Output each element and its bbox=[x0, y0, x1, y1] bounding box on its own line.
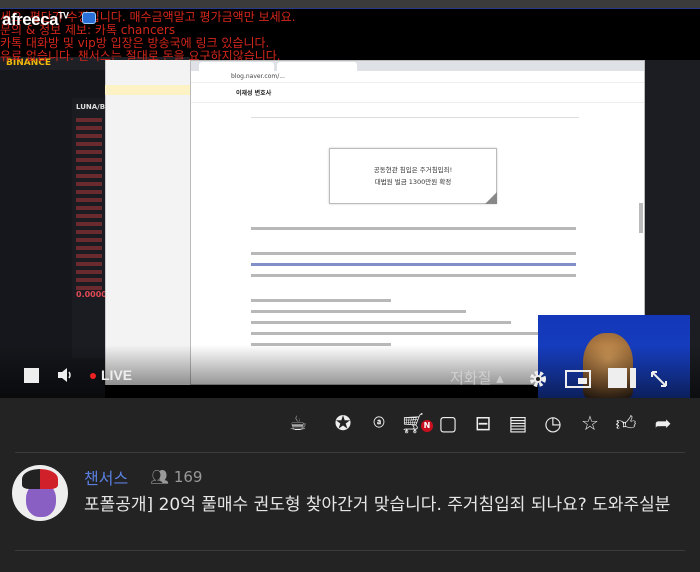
stop-button[interactable] bbox=[24, 368, 39, 383]
page-fold bbox=[485, 192, 497, 204]
blog-divider bbox=[251, 117, 579, 118]
order-book-row bbox=[76, 278, 102, 282]
volume-icon[interactable] bbox=[56, 366, 74, 384]
blog-text-line bbox=[251, 299, 391, 302]
trading-pair: LUNA/B bbox=[76, 103, 106, 111]
live-dot bbox=[90, 373, 96, 379]
order-book-row bbox=[76, 206, 102, 210]
clock-icon[interactable]: ◷ bbox=[540, 410, 566, 436]
balloon-star-icon[interactable]: ✪ bbox=[330, 410, 356, 436]
video-player[interactable]: 세요. 평단가 수정입니다. 매수금액말고 평가금액만 보세요. 문의 & 정보… bbox=[0, 0, 700, 398]
word-window bbox=[105, 60, 190, 385]
browser-tabs bbox=[191, 61, 644, 71]
viewer-count: 👥︎ 169 bbox=[150, 468, 202, 486]
order-book-row bbox=[76, 134, 102, 138]
order-book-row bbox=[76, 126, 102, 130]
blog-text-line bbox=[251, 274, 576, 277]
video-top-strip bbox=[0, 0, 700, 9]
order-book-row bbox=[76, 182, 102, 186]
order-book-row bbox=[76, 142, 102, 146]
users-icon: 👥︎ bbox=[150, 468, 170, 486]
afreecatv-logo: afreecaTV bbox=[2, 10, 69, 29]
order-book-row bbox=[76, 270, 102, 274]
pip-icon[interactable] bbox=[565, 370, 591, 388]
order-book-row bbox=[76, 246, 102, 250]
avatar-hat bbox=[22, 469, 58, 489]
clapperboard-icon[interactable]: ▤ bbox=[505, 410, 531, 436]
quality-selector[interactable]: 저화질 ▴ bbox=[450, 367, 504, 388]
divider bbox=[15, 550, 685, 551]
browser-tab bbox=[277, 62, 357, 71]
callout-line: 공동현관 침입은 주거침입죄! bbox=[373, 166, 453, 174]
blog-text-line bbox=[251, 263, 576, 266]
order-book-row bbox=[76, 198, 102, 202]
stream-title: 포폴공개] 20억 풀매수 권도형 찾아간거 맞습니다. 주거침입죄 되나요? … bbox=[84, 495, 671, 515]
word-infobar bbox=[105, 85, 190, 95]
blog-text-line bbox=[251, 321, 511, 324]
order-book-row bbox=[76, 166, 102, 170]
live-label: LIVE bbox=[101, 367, 133, 383]
order-book-row bbox=[76, 158, 102, 162]
avatar[interactable] bbox=[12, 465, 68, 521]
blog-text-line bbox=[251, 252, 576, 255]
order-book-row bbox=[76, 174, 102, 178]
share-icon[interactable]: ➦ bbox=[650, 410, 676, 436]
browser-tab bbox=[199, 62, 274, 71]
ad-balloon-icon[interactable]: ⓐ bbox=[366, 410, 392, 436]
url-text: blog.naver.com/... bbox=[231, 73, 285, 80]
order-book-row bbox=[76, 222, 102, 226]
blog-text-line bbox=[251, 227, 576, 230]
thumbs-up-icon[interactable]: 👍︎ bbox=[613, 410, 639, 436]
order-book-row bbox=[76, 214, 102, 218]
sticker-icon[interactable]: ▢ bbox=[435, 410, 461, 436]
callout-box: 공동현관 침입은 주거침입죄! 대법원 벌금 1300만원 확정 bbox=[329, 148, 497, 204]
archive-icon[interactable]: ⊟ bbox=[470, 410, 496, 436]
callout-line: 대법원 벌금 1300만원 확정 bbox=[374, 178, 452, 186]
star-icon[interactable]: ☆ bbox=[577, 410, 603, 436]
divider bbox=[15, 452, 685, 453]
split-view-icon[interactable] bbox=[608, 368, 636, 388]
mug-star-icon[interactable]: ☕ bbox=[285, 410, 311, 436]
new-badge: N bbox=[421, 420, 433, 432]
order-book-row bbox=[76, 118, 102, 122]
blog-title: 이재성 변호사 bbox=[236, 90, 272, 97]
order-book-row bbox=[76, 262, 102, 266]
order-book-row bbox=[76, 238, 102, 242]
browser-scrollbar[interactable] bbox=[639, 203, 643, 233]
blog-text-line bbox=[251, 332, 581, 335]
fullscreen-icon[interactable] bbox=[650, 370, 668, 388]
order-book-row bbox=[76, 254, 102, 258]
blog-text-line bbox=[251, 310, 466, 313]
order-book-row bbox=[76, 150, 102, 154]
broadcaster-name[interactable]: 챈서스 bbox=[84, 465, 128, 489]
order-book-row bbox=[76, 230, 102, 234]
order-book bbox=[72, 98, 105, 358]
viewer-count-value: 169 bbox=[173, 468, 203, 486]
tv-icon bbox=[82, 12, 96, 24]
gear-icon[interactable] bbox=[529, 370, 547, 388]
order-book-row bbox=[76, 190, 102, 194]
action-toolbar: ☕ ✪ ⓐ 🛒︎ ▢ ⊟ ▤ ◷ ☆ 👍︎ ➦ bbox=[0, 398, 700, 452]
